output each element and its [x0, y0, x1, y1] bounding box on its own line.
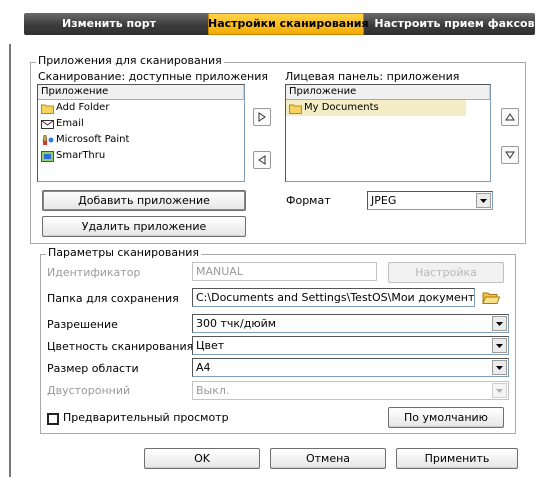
format-select[interactable]: JPEG: [367, 191, 493, 210]
scan-params-legend: Параметры сканирования: [46, 246, 202, 259]
triangle-right-icon: [258, 112, 266, 122]
list-item-label: Email: [56, 118, 84, 129]
apply-button[interactable]: Применить: [396, 448, 518, 469]
smarthru-icon: [41, 150, 54, 162]
chevron-down-icon: [492, 316, 507, 331]
area-size-select[interactable]: A4: [192, 358, 509, 377]
duplex-label: Двусторонний: [47, 384, 131, 397]
move-right-button[interactable]: [253, 108, 271, 126]
chevron-down-icon: [492, 383, 507, 398]
list-column-header[interactable]: Приложение: [286, 85, 490, 100]
front-panel-apps-label: Лицевая панель: приложения: [285, 70, 460, 83]
list-item-label: Microsoft Paint: [56, 134, 130, 145]
available-apps-list[interactable]: Приложение Add Folder Email Microsoft Pa…: [37, 84, 245, 182]
move-down-button[interactable]: [501, 146, 519, 164]
area-size-select-value: A4: [196, 361, 211, 374]
ok-button[interactable]: OK: [144, 448, 260, 469]
add-application-button[interactable]: Добавить приложение: [42, 190, 246, 211]
triangle-up-icon: [505, 113, 515, 121]
scan-color-label: Цветность сканирования: [47, 340, 194, 353]
scan-color-select[interactable]: Цвет: [192, 336, 509, 355]
tab-scan-settings[interactable]: Настройки сканирования: [208, 13, 369, 35]
list-item-microsoft-paint[interactable]: Microsoft Paint: [38, 132, 244, 148]
tab-change-port[interactable]: Изменить порт: [24, 13, 194, 35]
chevron-down-icon: [492, 338, 507, 353]
chevron-down-icon: [492, 360, 507, 375]
window-left-border: [9, 44, 11, 477]
settings-button: Настройка: [388, 262, 504, 283]
folder-open-icon: [482, 292, 501, 304]
move-left-button[interactable]: [253, 151, 271, 169]
preview-checkbox[interactable]: [47, 413, 59, 425]
duplex-select-value: Выкл.: [196, 384, 230, 397]
folder-icon: [41, 103, 54, 114]
save-folder-field[interactable]: C:\Documents and Settings\TestOS\Мои док…: [192, 288, 475, 307]
save-folder-label: Папка для сохранения: [47, 292, 179, 305]
folder-icon: [289, 103, 302, 114]
list-item-email[interactable]: Email: [38, 116, 244, 132]
tab-bar: Изменить порт Настройки сканирования Нас…: [24, 13, 535, 35]
email-icon: [41, 119, 54, 130]
resolution-select[interactable]: 300 тчк/дюйм: [192, 314, 509, 333]
paint-icon: [41, 134, 54, 146]
list-item-label: SmarThru: [56, 150, 106, 161]
format-label: Формат: [286, 194, 331, 207]
triangle-left-icon: [258, 155, 266, 165]
apps-group-legend: Приложения для сканирования: [36, 54, 224, 67]
resolution-select-value: 300 тчк/дюйм: [196, 317, 277, 330]
cancel-button[interactable]: Отмена: [270, 448, 386, 469]
format-select-value: JPEG: [371, 194, 397, 207]
browse-folder-button[interactable]: [482, 290, 501, 306]
list-item-my-documents[interactable]: My Documents: [286, 100, 466, 116]
identifier-field: MANUAL: [192, 262, 377, 281]
resolution-label: Разрешение: [47, 318, 118, 331]
chevron-down-icon: [476, 193, 491, 208]
move-up-button[interactable]: [501, 108, 519, 126]
triangle-down-icon: [505, 151, 515, 159]
list-item-add-folder[interactable]: Add Folder: [38, 100, 244, 116]
remove-application-button[interactable]: Удалить приложение: [42, 216, 246, 237]
defaults-button[interactable]: По умолчанию: [388, 407, 504, 428]
identifier-label: Идентификатор: [47, 266, 141, 279]
duplex-select: Выкл.: [192, 381, 509, 400]
list-item-label: Add Folder: [56, 102, 110, 113]
tab-fax-receive[interactable]: Настроить прием факсов: [374, 13, 535, 35]
available-apps-label: Сканирование: доступные приложения: [38, 70, 269, 83]
area-size-label: Размер области: [47, 362, 139, 375]
list-column-header[interactable]: Приложение: [38, 85, 244, 100]
scan-color-select-value: Цвет: [196, 339, 225, 352]
front-panel-apps-list[interactable]: Приложение My Documents: [285, 84, 491, 182]
preview-label: Предварительный просмотр: [63, 411, 229, 424]
list-item-smarthru[interactable]: SmarThru: [38, 148, 244, 164]
list-item-label: My Documents: [304, 102, 379, 113]
